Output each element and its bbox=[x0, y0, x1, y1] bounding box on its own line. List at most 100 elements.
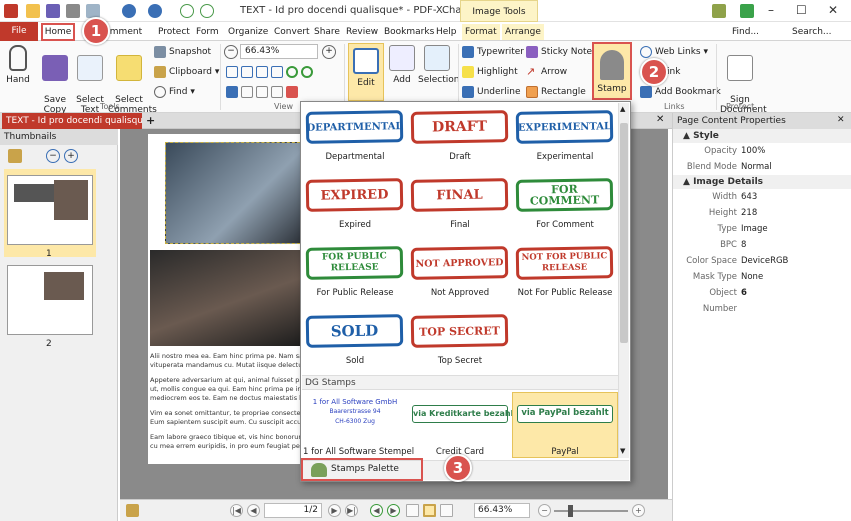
tab-form[interactable]: Form bbox=[196, 24, 219, 40]
find-tool-button[interactable]: Find ▾ bbox=[154, 85, 195, 99]
zoom-input[interactable]: 66.43% bbox=[240, 44, 318, 59]
facing-icon[interactable] bbox=[271, 85, 283, 98]
tab-help[interactable]: Help bbox=[436, 24, 457, 40]
thumb-zoom-in-icon[interactable]: + bbox=[64, 149, 78, 163]
single-page-view-icon[interactable] bbox=[406, 504, 419, 517]
back-icon[interactable] bbox=[180, 4, 194, 18]
actual-size-icon[interactable] bbox=[271, 65, 283, 78]
rotate-left-icon[interactable] bbox=[286, 65, 298, 78]
document-tab[interactable]: TEXT - Id pro docendi qualisque * bbox=[2, 113, 142, 129]
selected-image[interactable] bbox=[165, 142, 305, 244]
tab-bookmarks[interactable]: Bookmarks bbox=[384, 24, 434, 40]
bookmark-icon[interactable] bbox=[226, 85, 238, 98]
close-button[interactable]: ✕ bbox=[828, 3, 838, 17]
stamp-sold[interactable]: SOLD Sold bbox=[303, 309, 407, 373]
scrollbar-thumb[interactable] bbox=[620, 123, 628, 343]
prev-page-button[interactable]: ◀ bbox=[247, 504, 260, 517]
fit-width-icon[interactable] bbox=[241, 65, 253, 78]
zoom-slider-track[interactable] bbox=[554, 510, 628, 512]
thumb-zoom-out-icon[interactable]: − bbox=[46, 149, 60, 163]
web-links-button[interactable]: Web Links ▾ bbox=[640, 45, 708, 59]
prop-height[interactable]: Height 218 bbox=[673, 205, 851, 221]
single-page-icon[interactable] bbox=[241, 85, 253, 98]
thumbnail-page-2[interactable] bbox=[7, 265, 93, 335]
continuous-view-icon[interactable] bbox=[423, 504, 436, 517]
prop-blend-mode[interactable]: Blend Mode Normal bbox=[673, 159, 851, 175]
status-zoom-in-button[interactable]: + bbox=[632, 504, 645, 517]
zoom-out-button[interactable]: − bbox=[224, 45, 238, 59]
close-panel-icon[interactable]: ✕ bbox=[837, 115, 845, 125]
last-page-button[interactable]: ▶| bbox=[345, 504, 358, 517]
prop-mask-type[interactable]: Mask Type None bbox=[673, 269, 851, 285]
tab-arrange[interactable]: Arrange bbox=[502, 24, 544, 40]
forward-view-button[interactable]: ▶ bbox=[387, 504, 400, 517]
stamp-final[interactable]: FINAL Final bbox=[408, 173, 512, 237]
edit-button[interactable]: Edit bbox=[348, 43, 384, 101]
image-details-section[interactable]: ▲ Image Details bbox=[673, 175, 851, 189]
fit-visible-icon[interactable] bbox=[256, 65, 268, 78]
tab-review[interactable]: Review bbox=[346, 24, 378, 40]
forward-icon[interactable] bbox=[200, 4, 214, 18]
tab-protect[interactable]: Protect bbox=[158, 24, 190, 40]
next-page-button[interactable]: ▶ bbox=[328, 504, 341, 517]
status-zoom-out-button[interactable]: − bbox=[538, 504, 551, 517]
facing-view-icon[interactable] bbox=[440, 504, 453, 517]
highlight-button[interactable]: Highlight bbox=[462, 65, 518, 79]
prop-bpc[interactable]: BPC 8 bbox=[673, 237, 851, 253]
stamp-expired[interactable]: EXPIRED Expired bbox=[303, 173, 407, 237]
scroll-down-icon[interactable]: ▼ bbox=[620, 447, 625, 455]
prop-type[interactable]: Type Image bbox=[673, 221, 851, 237]
tab-file[interactable]: File bbox=[0, 22, 38, 41]
rectangle-button[interactable]: Rectangle bbox=[526, 85, 586, 99]
search-button[interactable]: Search... bbox=[792, 24, 832, 40]
thumbnail-options-icon[interactable] bbox=[8, 149, 22, 163]
status-zoom-input[interactable]: 66.43% bbox=[474, 503, 530, 518]
selection-button[interactable]: Selection bbox=[418, 45, 459, 85]
rotate-right-icon[interactable] bbox=[301, 65, 313, 78]
tab-format[interactable]: Format bbox=[462, 24, 500, 40]
first-page-button[interactable]: |◀ bbox=[230, 504, 243, 517]
tab-organize[interactable]: Organize bbox=[228, 24, 268, 40]
undo-icon[interactable] bbox=[122, 4, 136, 18]
zoom-in-button[interactable]: + bbox=[322, 45, 336, 59]
add-bookmark-button[interactable]: Add Bookmark bbox=[640, 85, 721, 99]
fit-page-icon[interactable] bbox=[226, 65, 238, 78]
stamp-not-approved[interactable]: NOT APPROVED Not Approved bbox=[408, 241, 512, 305]
zoom-slider-thumb[interactable] bbox=[568, 505, 573, 517]
page-image-2[interactable] bbox=[150, 250, 300, 346]
clipboard-button[interactable]: Clipboard ▾ bbox=[154, 65, 219, 79]
stamp-not-for-public-release[interactable]: NOT FOR PUBLIC RELEASE Not For Public Re… bbox=[513, 241, 617, 305]
snapshot-button[interactable]: Snapshot bbox=[154, 45, 211, 59]
prop-opacity[interactable]: Opacity 100% bbox=[673, 143, 851, 159]
sticky-note-button[interactable]: Sticky Note bbox=[526, 45, 592, 59]
email-icon[interactable] bbox=[86, 4, 100, 18]
stamp-experimental[interactable]: EXPERIMENTAL Experimental bbox=[513, 105, 617, 169]
stamps-scrollbar[interactable]: ▲ ▼ bbox=[618, 103, 629, 458]
style-section[interactable]: ▲ Style bbox=[673, 129, 851, 143]
underline-button[interactable]: Underline bbox=[462, 85, 520, 99]
settings-icon[interactable] bbox=[712, 4, 726, 18]
arrow-button[interactable]: ↗ Arrow bbox=[526, 65, 567, 79]
ui-options-icon[interactable] bbox=[740, 4, 754, 18]
minimize-button[interactable]: – bbox=[768, 3, 774, 17]
scroll-up-icon[interactable]: ▲ bbox=[620, 105, 625, 113]
thumbnail-page-1[interactable] bbox=[7, 175, 93, 245]
prop-object-number[interactable]: Object Number 6 bbox=[673, 285, 851, 314]
hand-tool-button[interactable]: Hand bbox=[4, 45, 32, 85]
stamp-paypal[interactable]: via PayPal bezahlt PayPal bbox=[512, 392, 618, 458]
stamp-1-for-all-software[interactable]: 1 for All Software GmbH Baarerstrasse 94… bbox=[303, 393, 414, 457]
new-tab-button[interactable]: + bbox=[146, 114, 155, 127]
continuous-icon[interactable] bbox=[256, 85, 268, 98]
stamp-button[interactable]: Stamp bbox=[592, 42, 632, 100]
open-folder-icon[interactable] bbox=[26, 4, 40, 18]
stamp-departmental[interactable]: DEPARTMENTAL Departmental bbox=[303, 105, 407, 169]
stamp-top-secret[interactable]: TOP SECRET Top Secret bbox=[408, 309, 512, 373]
stamp-for-public-release[interactable]: FOR PUBLIC RELEASE For Public Release bbox=[303, 241, 407, 305]
save-icon[interactable] bbox=[46, 4, 60, 18]
tab-convert[interactable]: Convert bbox=[274, 24, 310, 40]
typewriter-button[interactable]: Typewriter bbox=[462, 45, 524, 59]
prop-color-space[interactable]: Color Space DeviceRGB bbox=[673, 253, 851, 269]
stamp-draft[interactable]: DRAFT Draft bbox=[408, 105, 512, 169]
find-button[interactable]: Find... bbox=[732, 24, 759, 40]
stamp-for-comment[interactable]: FOR COMMENT For Comment bbox=[513, 173, 617, 237]
